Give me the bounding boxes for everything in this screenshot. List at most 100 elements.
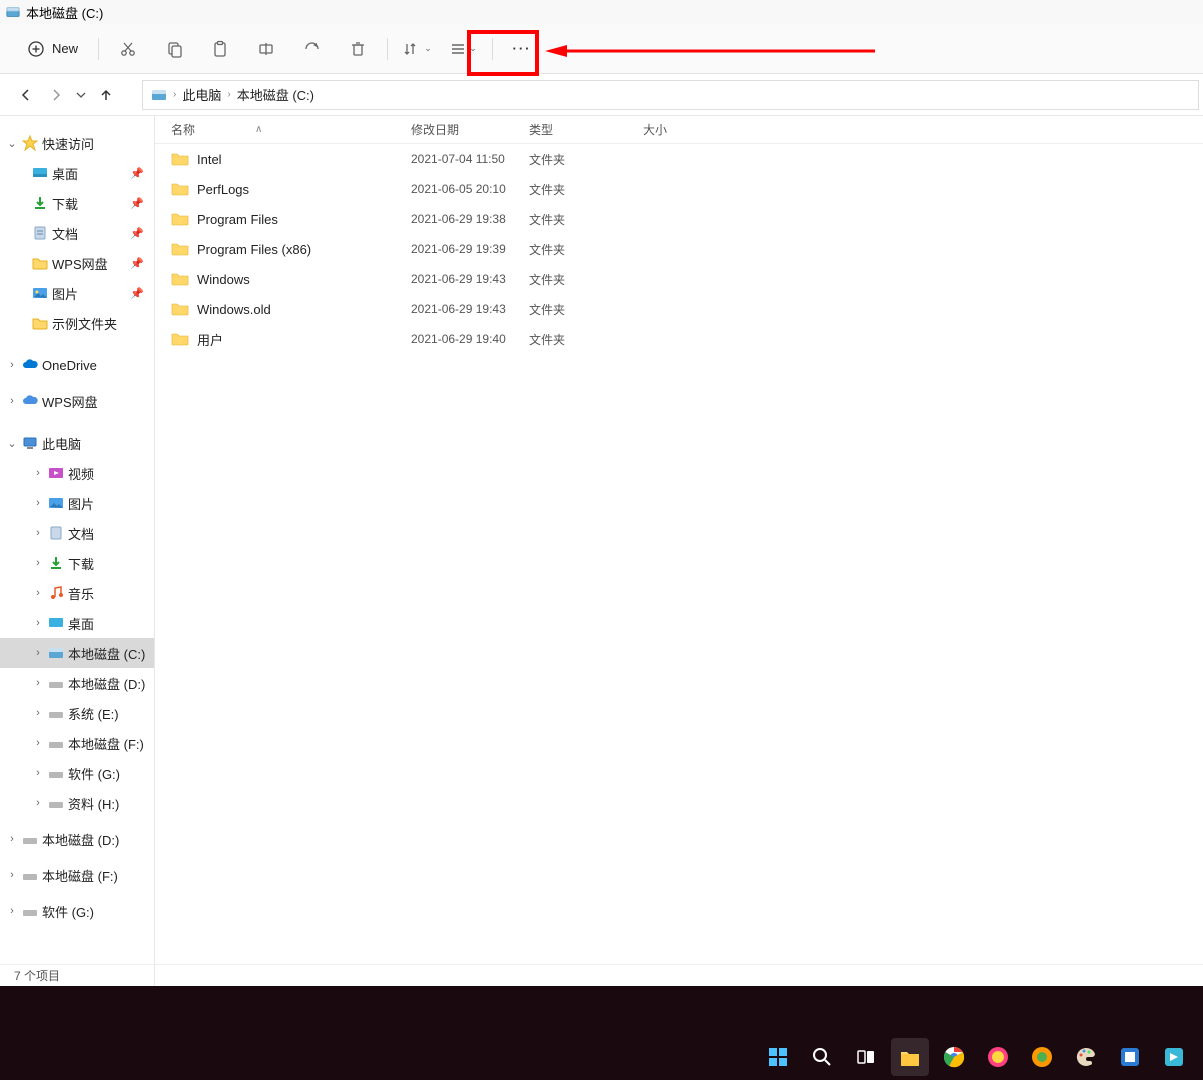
address-bar[interactable]: › 此电脑 › 本地磁盘 (C:) (142, 80, 1199, 110)
file-row[interactable]: Intel 2021-07-04 11:50 文件夹 (155, 144, 1203, 174)
sidebar-videos[interactable]: ›视频 (0, 458, 154, 488)
search-icon (811, 1046, 833, 1068)
picture-icon (32, 285, 48, 301)
sidebar-wpscloud[interactable]: ›WPS网盘 (0, 386, 154, 416)
explorer-taskbar[interactable] (891, 1038, 929, 1076)
folder-icon (898, 1045, 922, 1069)
chrome-taskbar[interactable] (935, 1038, 973, 1076)
file-row[interactable]: Program Files (x86) 2021-06-29 19:39 文件夹 (155, 234, 1203, 264)
paint-taskbar[interactable] (1067, 1038, 1105, 1076)
breadcrumb-pc[interactable]: 此电脑 (182, 85, 221, 104)
chevron-right-icon: › (32, 557, 44, 569)
status-text: 7 个项目 (14, 967, 60, 984)
cloud-icon (22, 393, 38, 409)
file-name-cell: Intel (171, 151, 411, 167)
file-row[interactable]: PerfLogs 2021-06-05 20:10 文件夹 (155, 174, 1203, 204)
sidebar-onedrive[interactable]: ›OneDrive (0, 350, 154, 380)
desktop-icon (32, 165, 48, 181)
back-button[interactable] (14, 83, 38, 107)
file-date: 2021-06-05 20:10 (411, 182, 529, 196)
taskview-icon (855, 1046, 877, 1068)
sort-asc-icon: ∧ (255, 124, 262, 135)
chevron-right-icon: › (6, 395, 18, 407)
chevron-right-icon: › (32, 797, 44, 809)
sidebar-ddrive[interactable]: ›本地磁盘 (D:) (0, 668, 154, 698)
drive-icon (22, 903, 38, 919)
sidebar-music[interactable]: ›音乐 (0, 578, 154, 608)
trash-icon (349, 40, 367, 58)
folder-icon (32, 315, 48, 331)
sidebar-hdrive[interactable]: ›资料 (H:) (0, 788, 154, 818)
sidebar-thispc[interactable]: ⌄此电脑 (0, 428, 154, 458)
sidebar-pictures2[interactable]: ›图片 (0, 488, 154, 518)
windows-icon (767, 1046, 789, 1068)
app2-taskbar[interactable] (1023, 1038, 1061, 1076)
sidebar-downloads[interactable]: 下载📌 (0, 188, 154, 218)
rename-button[interactable] (245, 31, 287, 67)
copy-icon (165, 40, 183, 58)
file-date: 2021-06-29 19:43 (411, 272, 529, 286)
sidebar-documents[interactable]: 文档📌 (0, 218, 154, 248)
sidebar-downloads2[interactable]: ›下载 (0, 548, 154, 578)
nav-row: › 此电脑 › 本地磁盘 (C:) (0, 74, 1203, 116)
sidebar-wps[interactable]: WPS网盘📌 (0, 248, 154, 278)
pin-icon: 📌 (130, 257, 144, 270)
palette-icon (1074, 1045, 1098, 1069)
chevron-right-icon: › (32, 527, 44, 539)
sidebar-desktop2[interactable]: ›桌面 (0, 608, 154, 638)
more-button[interactable]: ··· (501, 31, 543, 67)
file-row[interactable]: Program Files 2021-06-29 19:38 文件夹 (155, 204, 1203, 234)
col-type-header[interactable]: 类型 (529, 121, 643, 138)
file-type: 文件夹 (529, 271, 643, 288)
start-button[interactable] (759, 1038, 797, 1076)
sidebar-gdrive2[interactable]: ›软件 (G:) (0, 896, 154, 926)
copy-button[interactable] (153, 31, 195, 67)
share-button[interactable] (291, 31, 333, 67)
app1-taskbar[interactable] (979, 1038, 1017, 1076)
file-name-cell: Program Files (x86) (171, 241, 411, 257)
sidebar-desktop[interactable]: 桌面📌 (0, 158, 154, 188)
chevron-right-icon: › (6, 833, 18, 845)
arrow-right-icon (48, 87, 64, 103)
file-row[interactable]: Windows.old 2021-06-29 19:43 文件夹 (155, 294, 1203, 324)
chevron-right-icon: › (32, 707, 44, 719)
file-row[interactable]: 用户 2021-06-29 19:40 文件夹 (155, 324, 1203, 354)
sidebar-pictures[interactable]: 图片📌 (0, 278, 154, 308)
search-button[interactable] (803, 1038, 841, 1076)
file-type: 文件夹 (529, 331, 643, 348)
sidebar-cdrive[interactable]: ›本地磁盘 (C:) (0, 638, 154, 668)
taskview-button[interactable] (847, 1038, 885, 1076)
rename-icon (257, 40, 275, 58)
view-button[interactable]: ⌄ (442, 31, 484, 67)
col-size-header[interactable]: 大小 (643, 121, 723, 138)
file-row[interactable]: Windows 2021-06-29 19:43 文件夹 (155, 264, 1203, 294)
column-headers: 名称∧ 修改日期 类型 大小 (155, 116, 1203, 144)
pin-icon: 📌 (130, 167, 144, 180)
file-name: Program Files (x86) (197, 242, 311, 257)
sidebar-fdrive2[interactable]: ›本地磁盘 (F:) (0, 860, 154, 890)
teal-app-icon (1162, 1045, 1186, 1069)
sidebar-samples[interactable]: 示例文件夹 (0, 308, 154, 338)
sidebar-documents2[interactable]: ›文档 (0, 518, 154, 548)
col-date-header[interactable]: 修改日期 (411, 121, 529, 138)
app3-taskbar[interactable] (1111, 1038, 1149, 1076)
recent-button[interactable] (74, 83, 88, 107)
separator (387, 38, 388, 60)
cut-button[interactable] (107, 31, 149, 67)
sidebar-fdrive[interactable]: ›本地磁盘 (F:) (0, 728, 154, 758)
sort-button[interactable]: ⌄ (396, 31, 438, 67)
chevron-down-icon: ⌄ (424, 43, 432, 54)
breadcrumb-drive[interactable]: 本地磁盘 (C:) (237, 85, 314, 104)
sidebar-ddrive2[interactable]: ›本地磁盘 (D:) (0, 824, 154, 854)
delete-button[interactable] (337, 31, 379, 67)
sidebar-quick-access[interactable]: ⌄快速访问 (0, 128, 154, 158)
col-name-header[interactable]: 名称∧ (171, 121, 411, 138)
sidebar-edrive[interactable]: ›系统 (E:) (0, 698, 154, 728)
app4-taskbar[interactable] (1155, 1038, 1193, 1076)
sidebar-gdrive[interactable]: ›软件 (G:) (0, 758, 154, 788)
forward-button[interactable] (44, 83, 68, 107)
paste-button[interactable] (199, 31, 241, 67)
new-button[interactable]: New (16, 31, 90, 67)
up-button[interactable] (94, 83, 118, 107)
chevron-right-icon: › (6, 359, 18, 371)
